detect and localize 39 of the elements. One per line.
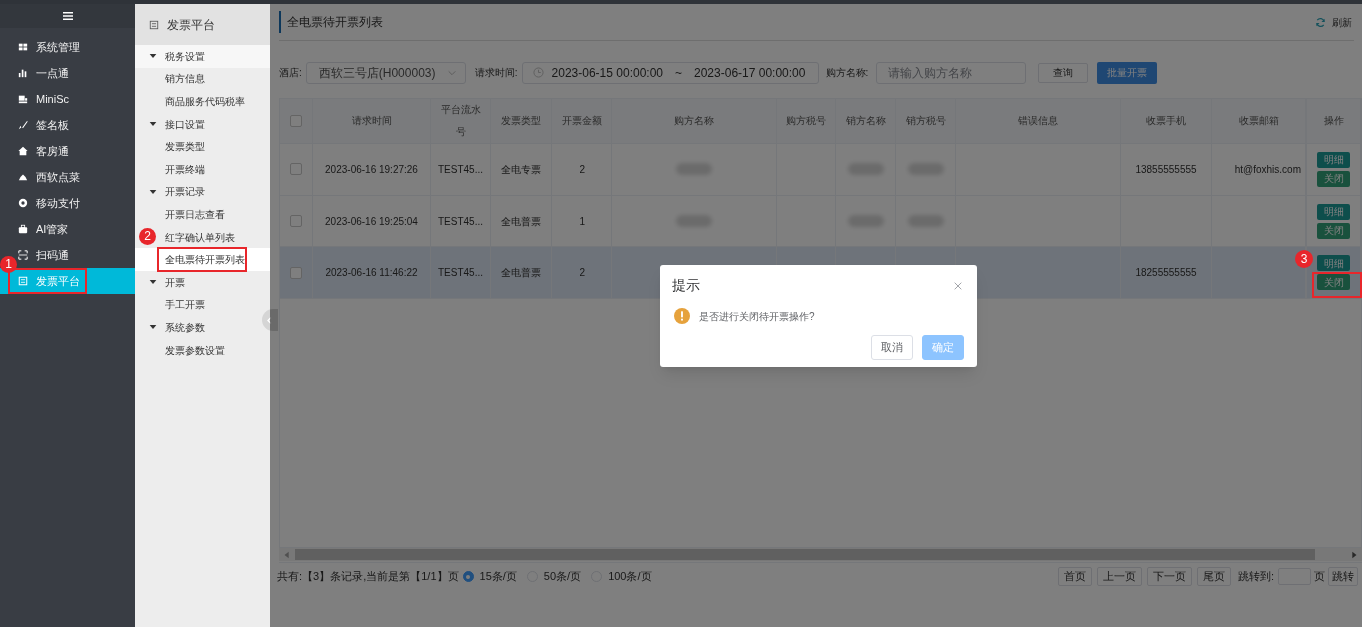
table-cell-text: 2023-06-16 19:25:04 <box>325 214 418 229</box>
table-cell-text: 18255555555 <box>1135 266 1197 281</box>
table-cell-text: 2023-06-16 11:46:22 <box>325 266 418 281</box>
page-title: 全电票待开票列表 <box>287 14 384 31</box>
column-header: 购方税号 <box>785 114 827 128</box>
table-cell-text: 2 <box>579 162 585 177</box>
table-cell-text: 2023-06-16 19:27:26 <box>325 162 418 177</box>
column-header: 请求时间 <box>350 114 393 128</box>
table-cell-text: 全电专票 <box>501 162 541 177</box>
column-header: 销方名称 <box>844 114 887 128</box>
field-label: 请求时间: <box>474 66 518 80</box>
column-header: 购方名称 <box>673 114 715 128</box>
table-cell-text: 2 <box>579 266 585 281</box>
column-header: 收票手机 <box>1145 114 1187 128</box>
table-cell-text: 1 <box>579 214 585 229</box>
table-cell-text: ht@foxhis.com <box>1234 162 1301 177</box>
column-header: 销方税号 <box>904 114 947 128</box>
column-header: 错误信息 <box>1017 114 1059 128</box>
table-cell-text: 全电普票 <box>501 214 541 229</box>
column-header: 平台流水号 <box>439 103 482 139</box>
dialog-message: 是否进行关闭待开票操作? <box>699 309 815 324</box>
column-header: 发票类型 <box>500 114 542 128</box>
dialog-title: 提示 <box>672 276 700 295</box>
table-cell-text: TEST45... <box>438 162 483 177</box>
field-label: 购方名称: <box>825 66 869 80</box>
field-label: 酒店: <box>279 66 302 80</box>
table-cell-text: TEST45... <box>438 266 483 281</box>
step-badge: 2 <box>139 228 156 246</box>
column-header: 操作 <box>1322 114 1345 128</box>
table-cell-text: 全电普票 <box>501 266 541 281</box>
jump-label: 跳转到: <box>1237 569 1274 585</box>
record-summary: 共有:【3】条记录,当前是第【1/1】页 <box>277 569 459 585</box>
subnav-title: 发票平台 <box>167 16 215 34</box>
table-cell-text: 13855555555 <box>1135 162 1197 177</box>
step-badge: 1 <box>0 256 17 273</box>
column-header: 开票金额 <box>560 114 603 128</box>
column-header: 收票邮箱 <box>1237 114 1280 128</box>
table-cell-text: TEST45... <box>438 214 483 229</box>
page-unit-label: 页 <box>1314 569 1325 585</box>
